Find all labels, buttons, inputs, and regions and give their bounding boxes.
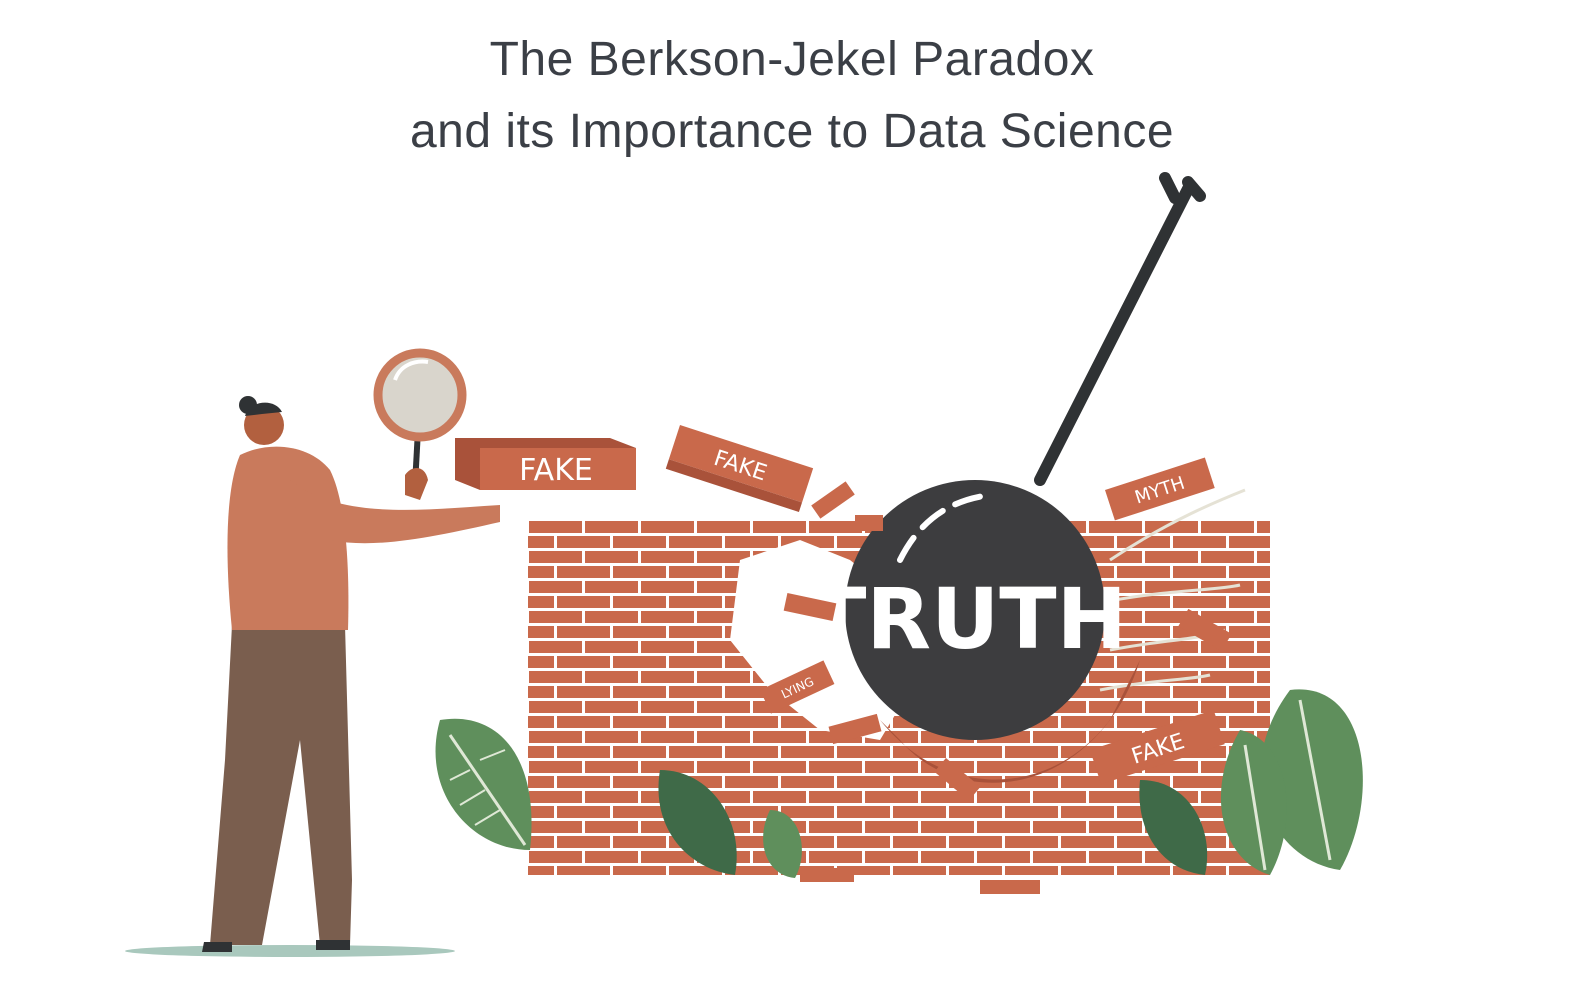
- ball-label: TRUTH: [809, 570, 1127, 668]
- brick-label-fake-held: FAKE: [519, 453, 593, 488]
- brick-fake-held: FAKE: [455, 438, 636, 490]
- illustration: TRUTH FAKE MYTH LYING FAKE FAKE: [125, 172, 1363, 957]
- ground-shadow: [125, 945, 455, 957]
- chain: [1034, 172, 1206, 486]
- leaf-left: [435, 718, 532, 850]
- poster: The Berkson-Jekel Paradox and its Import…: [0, 0, 1584, 996]
- brick-fake-flying: FAKE: [665, 425, 814, 513]
